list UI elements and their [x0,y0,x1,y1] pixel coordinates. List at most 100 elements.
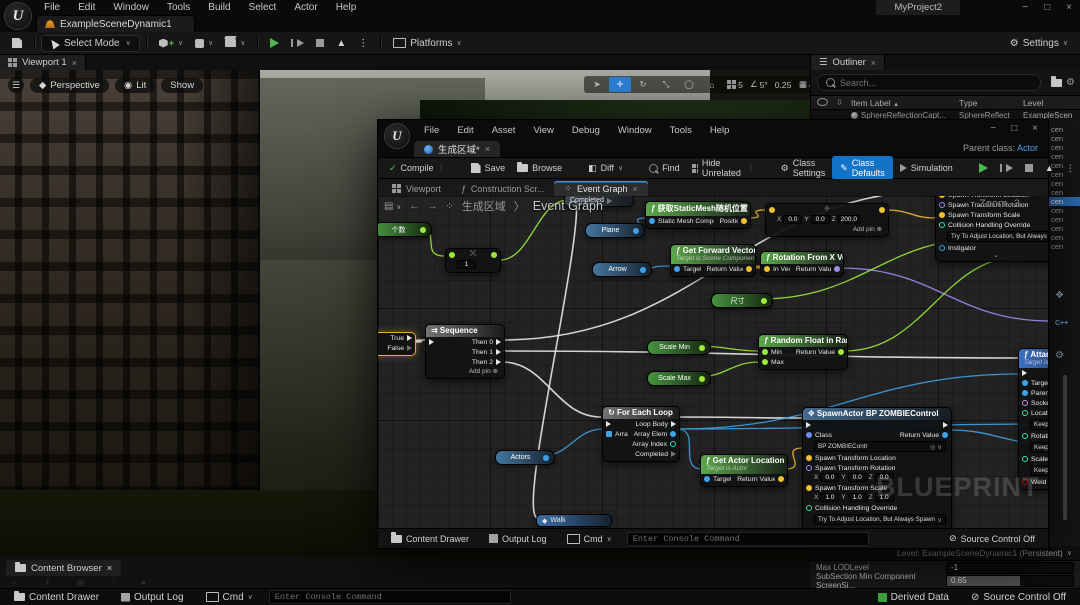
node-scale-max[interactable]: Scale Max [647,371,711,386]
bp-menu-view[interactable]: View [525,124,561,137]
个数-pin[interactable] [420,227,426,233]
tab-viewport-1[interactable]: Viewport 1 × [0,55,86,70]
exec-pin[interactable] [806,422,811,428]
exec-pin[interactable] [943,422,948,428]
collision-handling-override-pin[interactable] [806,505,812,511]
parent-class-link[interactable]: Actor [1017,143,1038,153]
position-pin[interactable] [741,218,747,224]
node-尺寸[interactable]: 尺寸 [711,293,773,308]
node-attach-actor-to-com[interactable]: ƒ Attach Actor To Com...Target is ActorT… [1018,348,1048,490]
main-menu-window[interactable]: Window [105,1,157,14]
spawn-transform-location-pin[interactable] [939,196,945,198]
save-button[interactable]: Save [466,161,511,175]
column-level[interactable]: Level [1023,98,1080,108]
minimize-icon[interactable]: − [1022,2,1028,13]
event-graph-canvas[interactable]: 个数✕1TrueFalse⇉ SequenceThen 0Then 1Then … [378,196,1048,528]
lit-dropdown[interactable]: ◉Lit [115,78,155,93]
outliner-settings-icon[interactable]: ⚙ [1066,77,1075,88]
node-个数[interactable]: 个数 [378,222,432,237]
array-index-pin[interactable] [670,441,676,447]
save-level-button[interactable] [6,36,28,50]
node-get-forward-vector[interactable]: ƒ Get Forward VectorTarget is Scene Comp… [670,244,756,277]
select-mode-dropdown[interactable]: Select Mode ∨ [41,35,140,52]
rotate-tool-button[interactable]: ↻ [632,77,654,92]
hide-unrelated-button[interactable]: Hide Unrelated⋮ [687,156,760,180]
return-value-pin[interactable] [746,266,752,272]
blueprints-button[interactable]: ∨ [189,37,219,50]
node-get-actor-location[interactable]: ƒ Get Actor LocationTarget is ActorTarge… [700,454,788,487]
close-icon[interactable]: × [1032,123,1038,134]
dropdown[interactable]: Try To Adjust Location, But Always Spawn… [814,514,946,525]
move-tool-button[interactable]: ✛ [609,77,631,92]
column-item-label[interactable]: Item Label ▲ [851,98,959,108]
min-pin[interactable] [762,349,768,355]
exec-pin[interactable] [671,421,676,427]
close-icon[interactable]: × [632,184,637,194]
node-node[interactable]: +X0.0Y0.0Z200.0Add pin ⊕ [765,203,889,237]
node-spawnactor-bp-zombiecontrol[interactable]: ✥ SpawnActor BP ZOMBIEControlClassReturn… [802,407,952,528]
arrow-pin[interactable] [640,267,646,273]
return-value-pin[interactable] [778,476,784,482]
eye-icon[interactable] [817,98,828,106]
exec-pin[interactable] [496,339,501,345]
column-type[interactable]: Type [959,98,1023,108]
dropdown[interactable]: BP ZOMBIEContr◎ ∨ [814,441,946,452]
exec-pin[interactable] [407,345,412,351]
show-dropdown[interactable]: Show [161,78,203,93]
bp-menu-help[interactable]: Help [702,124,738,137]
output-log-button[interactable]: Output Log [115,590,189,605]
data-pin[interactable] [491,252,497,258]
node-node[interactable]: TrueFalse [378,332,416,356]
exec-pin[interactable] [496,349,501,355]
forward-icon[interactable]: → [427,201,437,212]
compile-button[interactable]: ✓Compile⋮ [384,161,450,176]
spawn-transform-location-pin[interactable] [806,455,812,461]
bp-eject-button[interactable]: ▲ [1040,161,1059,175]
return-value-pin[interactable] [834,266,840,272]
socket-na-pin[interactable] [1022,400,1028,406]
class-settings-button[interactable]: ⚙Class Settings [776,156,831,180]
perspective-dropdown[interactable]: ◆Perspective [30,78,109,93]
instigator-pin[interactable] [939,245,945,251]
browse-button[interactable]: Browse [512,161,567,175]
array-element-pin[interactable] [670,431,676,437]
rotation-r-pin[interactable] [1022,433,1028,439]
bp-source-control-button[interactable]: ⊘Source Control Off [944,531,1040,546]
pin-icon[interactable]: ⇩ [836,98,843,107]
add-actor-button[interactable]: +∨ [153,36,189,50]
bp-output-log-button[interactable]: Output Log [484,532,552,546]
return-value-pin[interactable] [942,432,948,438]
dropdown[interactable]: Try To Adjust Location, But Always Spawn… [947,231,1048,242]
breadcrumb-leaf[interactable]: Event Graph [533,199,603,213]
location-r-pin[interactable] [1022,410,1028,416]
value-field[interactable]: 1 [457,260,476,269]
clipped-row-cen[interactable]: cen [1049,206,1080,215]
source-control-button[interactable]: ⊘Source Control Off [965,590,1072,605]
tab-blueprint-asset[interactable]: 生成区域* × [414,141,500,157]
bp-cmd-dropdown[interactable]: Cmd∨ [562,532,617,546]
console-command-input[interactable]: Enter Console Command [269,590,511,604]
scale-rule-pin[interactable] [1022,456,1028,462]
bp-play-button[interactable] [974,161,993,175]
breadcrumb-root[interactable]: 生成区域 [462,198,506,214]
actors-pin[interactable] [543,455,549,461]
class-defaults-button[interactable]: ✎Class Defaults [832,156,893,180]
tab-bp-viewport[interactable]: Viewport [382,181,451,196]
max-pin[interactable] [762,359,768,365]
value-field[interactable]: 1.0 [848,493,867,502]
close-icon[interactable]: × [72,58,77,68]
play-options-button[interactable]: ⋮ [352,36,374,51]
in-vec-pin[interactable] [764,266,770,272]
viewport-menu-icon[interactable]: ☰ [8,77,24,93]
bp-menu-debug[interactable]: Debug [564,124,608,137]
node-arrow[interactable]: Arrow [592,262,652,277]
bp-menu-asset[interactable]: Asset [484,124,524,137]
clipped-row-cen[interactable]: cen [1049,179,1080,188]
node-scale-min[interactable]: Scale Min [647,340,711,355]
parent-act-pin[interactable] [1022,390,1028,396]
return-value-pin[interactable] [838,349,844,355]
new-folder-icon[interactable] [1051,79,1062,87]
value-field[interactable]: 200.0 [838,215,860,224]
diff-dropdown[interactable]: ◧Diff∨ [583,161,628,176]
spawn-transform-rotation-pin[interactable] [939,202,945,208]
